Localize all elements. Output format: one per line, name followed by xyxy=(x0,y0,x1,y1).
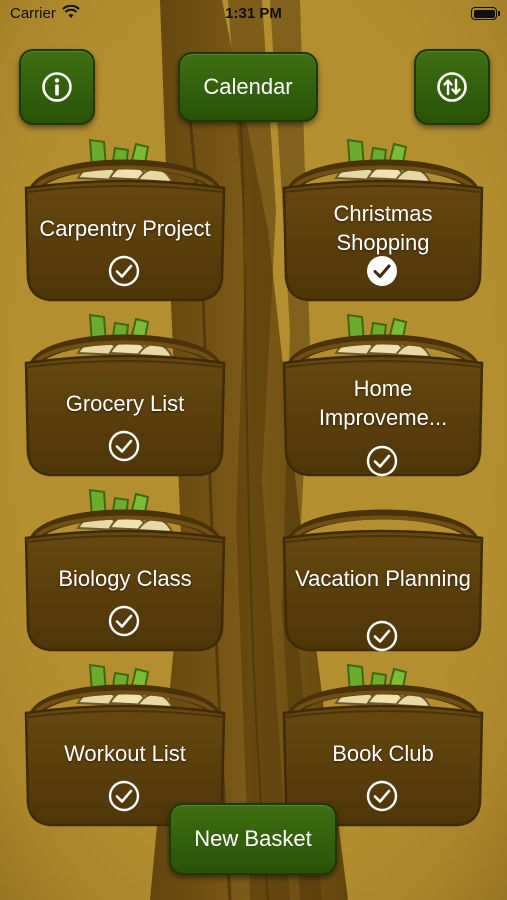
check-circle-icon[interactable] xyxy=(108,605,140,637)
basket-title: Christmas Shopping xyxy=(333,201,433,255)
basket-title: Biology Class xyxy=(58,565,192,591)
basket-card[interactable]: Carpentry Project xyxy=(20,138,230,303)
check-circle-icon[interactable] xyxy=(108,255,140,287)
status-time: 1:31 PM xyxy=(225,5,282,22)
info-button[interactable] xyxy=(19,49,95,125)
basket-card[interactable]: Biology Class xyxy=(20,488,230,653)
basket-title: Home Improveme... xyxy=(318,376,448,430)
check-circle-icon[interactable] xyxy=(366,620,398,652)
check-circle-icon[interactable] xyxy=(366,780,398,812)
check-circle-icon[interactable] xyxy=(108,430,140,462)
basket-card[interactable]: Grocery List xyxy=(20,313,230,478)
basket-card[interactable]: Christmas Shopping xyxy=(278,138,488,303)
basket-card[interactable]: Home Improveme... xyxy=(278,313,488,478)
sync-icon xyxy=(437,72,467,102)
sync-button[interactable] xyxy=(414,49,490,125)
calendar-button[interactable]: Calendar xyxy=(178,52,318,122)
basket-title: Grocery List xyxy=(65,390,185,416)
check-circle-icon[interactable] xyxy=(366,445,398,477)
check-circle-filled-icon[interactable] xyxy=(366,255,398,287)
battery-icon xyxy=(471,7,500,20)
basket-card[interactable]: Vacation Planning xyxy=(278,488,488,653)
basket-title: Book Club xyxy=(332,740,434,766)
check-circle-icon[interactable] xyxy=(108,780,140,812)
basket-title: Workout List xyxy=(64,740,186,766)
basket-title: Vacation Planning xyxy=(295,565,471,591)
basket-title: Carpentry Project xyxy=(39,215,211,241)
info-icon xyxy=(42,72,72,102)
new-basket-button[interactable]: New Basket xyxy=(169,803,337,875)
status-bar: Carrier 1:31 PM xyxy=(0,0,507,30)
